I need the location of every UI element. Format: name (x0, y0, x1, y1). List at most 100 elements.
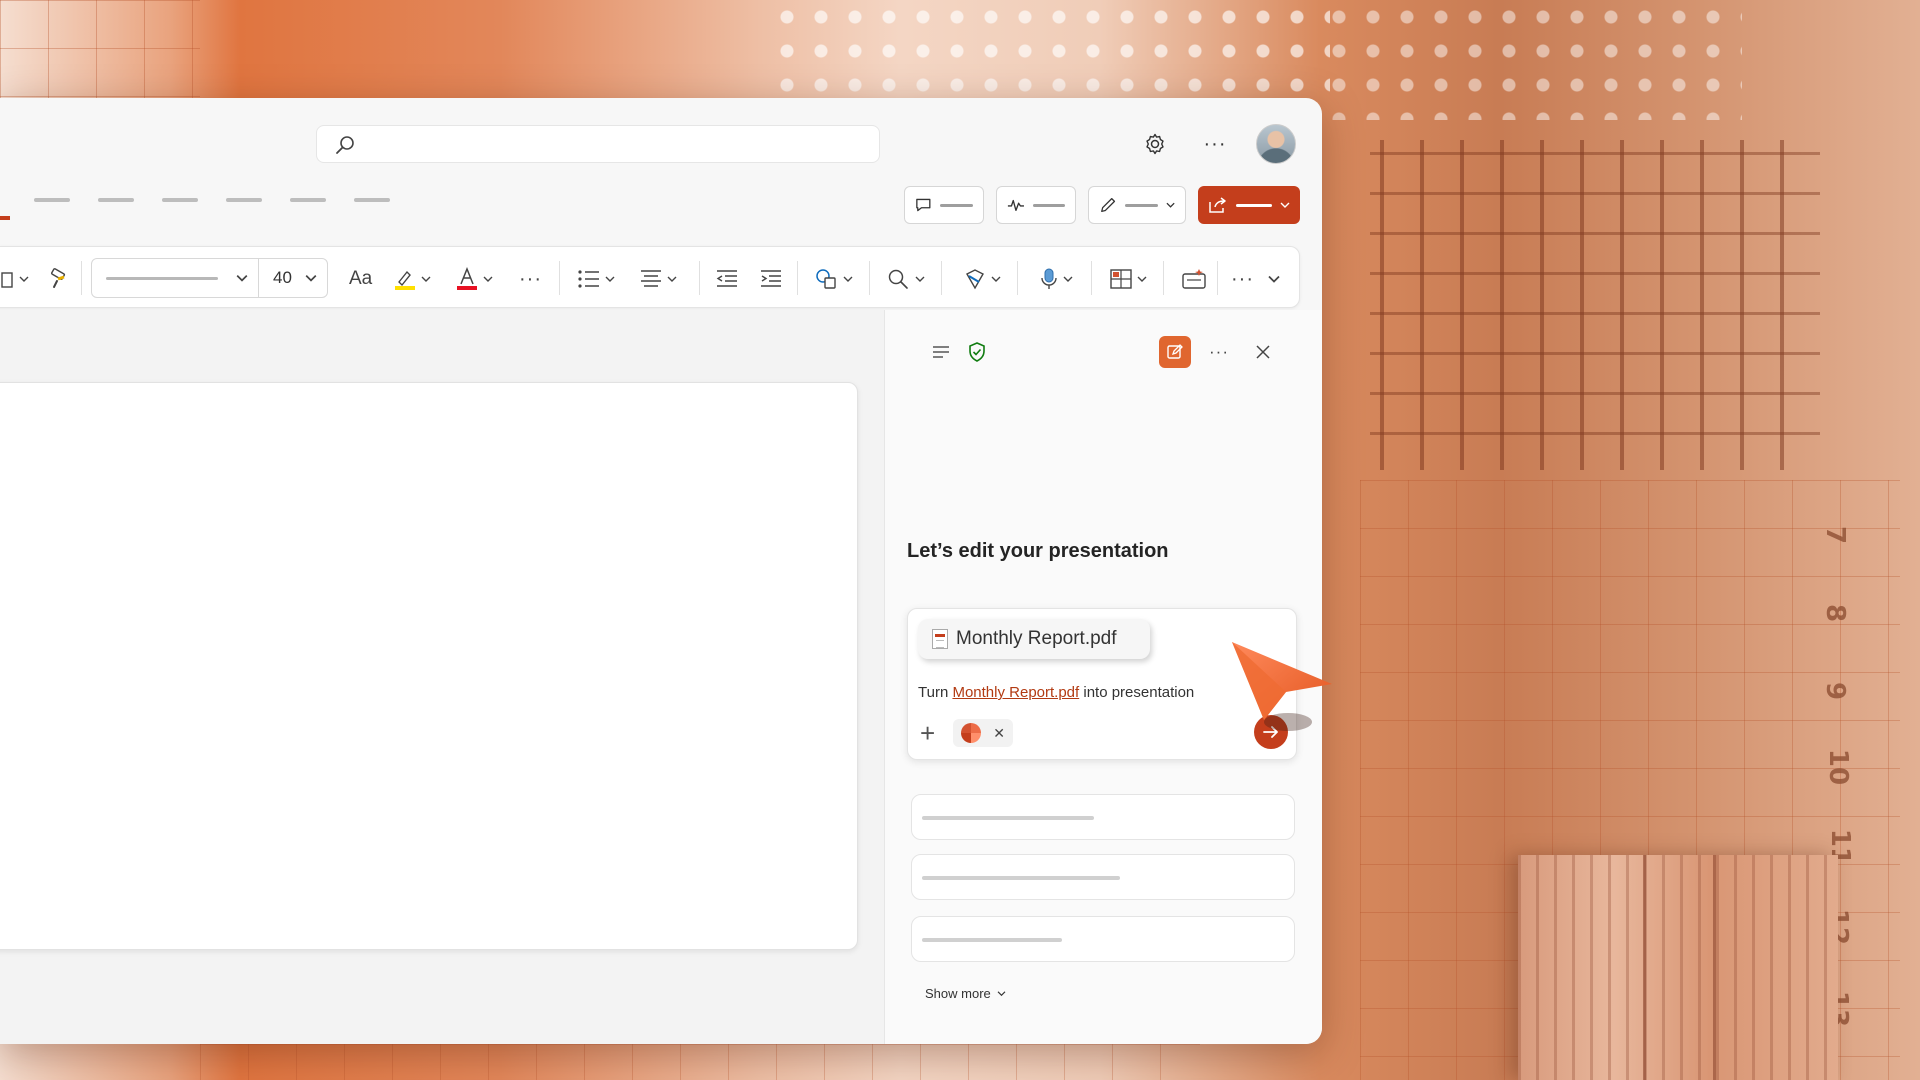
more-ribbon-options-icon[interactable]: ··· (1231, 267, 1254, 291)
suggestion-card[interactable] (911, 854, 1295, 900)
chevron-down-icon (236, 275, 248, 282)
decrease-indent-button[interactable] (715, 267, 739, 291)
prompt-actions: + ✕ (920, 719, 1013, 747)
separator (869, 261, 870, 295)
shapes-button[interactable] (815, 267, 853, 291)
separator (1163, 261, 1164, 295)
font-name-placeholder (106, 277, 218, 280)
find-button[interactable] (887, 267, 925, 291)
separator (1217, 261, 1218, 295)
comments-label-placeholder (939, 203, 973, 207)
tab-placeholder[interactable] (34, 198, 70, 202)
share-button[interactable] (1198, 186, 1300, 224)
chevron-down-icon (1166, 202, 1175, 208)
chevron-down-icon (1268, 275, 1280, 283)
pdf-file-icon (932, 629, 948, 649)
suggestion-placeholder (922, 938, 1062, 942)
attachment-chip[interactable]: Monthly Report.pdf (918, 619, 1150, 659)
wood-block-decoration (1518, 855, 1838, 1080)
dictate-button[interactable] (1039, 267, 1073, 291)
bullets-icon (578, 270, 599, 288)
designer-button[interactable] (963, 267, 1001, 291)
chevron-down-icon (1137, 276, 1147, 282)
search-icon (336, 136, 354, 154)
powerpoint-chip[interactable]: ✕ (953, 719, 1013, 747)
active-tab-indicator (0, 216, 10, 220)
prompt-text[interactable]: Turn Monthly Report.pdf into presentatio… (918, 684, 1194, 701)
format-painter-button[interactable] (49, 267, 71, 291)
more-icon[interactable]: ··· (1202, 131, 1228, 157)
change-case-button[interactable]: Aa (349, 267, 372, 291)
shield-icon[interactable] (965, 340, 989, 364)
highlighter-icon (395, 270, 415, 290)
suggestion-placeholder (922, 876, 1120, 880)
add-attachment-icon[interactable]: + (920, 720, 935, 746)
comments-button[interactable] (904, 186, 984, 224)
pen-icon (1101, 197, 1116, 213)
tab-placeholder[interactable] (354, 198, 390, 202)
attachment-name: Monthly Report.pdf (956, 628, 1117, 649)
format-painter-icon (50, 268, 66, 288)
background-marks (1370, 140, 1820, 470)
editing-mode-button[interactable] (1088, 186, 1186, 224)
designer-icon (966, 269, 984, 290)
chevron-down-icon (19, 276, 29, 282)
find-icon (888, 269, 908, 289)
layout-icon (1110, 269, 1132, 289)
comment-icon (916, 198, 931, 212)
hamburger-icon[interactable] (929, 340, 953, 364)
slide[interactable] (0, 382, 858, 950)
highlight-button[interactable] (393, 267, 431, 291)
bullets-button[interactable] (577, 267, 615, 291)
new-chat-icon[interactable] (1159, 336, 1191, 368)
tab-placeholder[interactable] (162, 198, 198, 202)
separator (559, 261, 560, 295)
increase-indent-button[interactable] (759, 267, 783, 291)
chevron-down-icon (915, 276, 925, 282)
paste-button[interactable] (1, 267, 29, 291)
avatar[interactable] (1256, 124, 1296, 164)
app-window: ··· 40 Aa ··· ··· ··· Let’s edit your pr… (0, 98, 1322, 1044)
tab-placeholder[interactable] (226, 198, 262, 202)
suggestion-card[interactable] (911, 794, 1295, 840)
font-family-select[interactable] (91, 258, 259, 298)
close-icon[interactable] (1251, 340, 1275, 364)
ribbon-expand-button[interactable] (1267, 267, 1281, 291)
tab-placeholder[interactable] (98, 198, 134, 202)
show-more-button[interactable]: Show more (925, 986, 1006, 1001)
cursor-pointer-icon (1232, 642, 1332, 731)
title-bar: ··· (0, 98, 1322, 224)
suggestion-card[interactable] (911, 916, 1295, 962)
share-icon (1209, 197, 1226, 213)
gear-icon[interactable] (1142, 131, 1168, 157)
background-grid (0, 0, 200, 98)
ruler-number: 10 (1823, 748, 1854, 786)
font-color-button[interactable] (455, 267, 493, 291)
chevron-down-icon (843, 276, 853, 282)
tab-placeholder[interactable] (290, 198, 326, 202)
chevron-down-icon (997, 991, 1006, 997)
layout-button[interactable] (1109, 267, 1147, 291)
more-font-options-icon[interactable]: ··· (519, 267, 542, 291)
increase-indent-icon (761, 270, 781, 287)
decrease-indent-icon (716, 270, 737, 287)
prompt-file-link[interactable]: Monthly Report.pdf (952, 684, 1079, 701)
ribbon-toolbar: 40 Aa ··· ··· (0, 246, 1300, 308)
pane-title: Let’s edit your presentation (907, 540, 1169, 562)
add-in-button[interactable] (1181, 267, 1207, 291)
ruler-number: 8 (1820, 603, 1851, 623)
separator (1091, 261, 1092, 295)
remove-chip-icon[interactable]: ✕ (993, 725, 1005, 742)
font-size-select[interactable]: 40 (258, 258, 328, 298)
align-button[interactable] (639, 267, 677, 291)
activity-button[interactable] (996, 186, 1076, 224)
more-icon[interactable]: ··· (1207, 340, 1231, 364)
powerpoint-icon (961, 723, 982, 743)
separator (1017, 261, 1018, 295)
separator (797, 261, 798, 295)
font-size-value: 40 (273, 268, 292, 287)
search-box[interactable] (316, 125, 880, 163)
prompt-prefix: Turn (918, 684, 953, 701)
chevron-down-icon (1280, 202, 1290, 208)
chevron-down-icon (605, 276, 615, 282)
